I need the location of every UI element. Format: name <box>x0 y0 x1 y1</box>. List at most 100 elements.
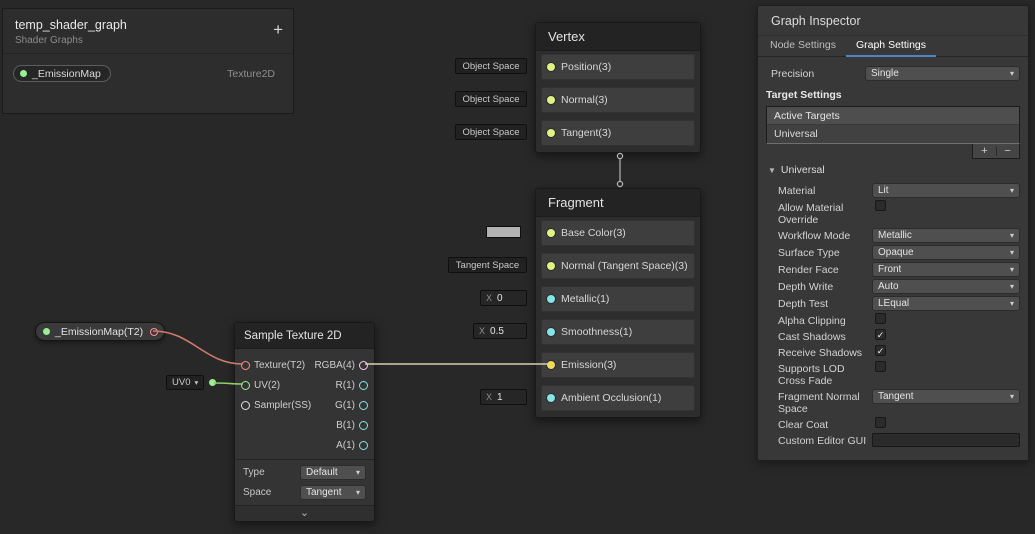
port-dot-normal-tangent-space-3[interactable] <box>547 262 555 270</box>
setting-label: Allow Material Override <box>778 202 844 226</box>
setting-row-alpha-clipping: Alpha Clipping <box>766 313 1020 327</box>
precision-dropdown[interactable]: Single ▾ <box>865 66 1020 81</box>
target-universal[interactable]: Universal <box>767 125 1019 143</box>
port-dot-metallic-1[interactable] <box>547 295 555 303</box>
surface-type-dropdown[interactable]: Opaque ▾ <box>872 245 1020 260</box>
sample-node-title[interactable]: Sample Texture 2D <box>235 323 374 349</box>
port-b-1[interactable] <box>359 420 368 430</box>
port-uv-2[interactable] <box>241 380 250 390</box>
material-dropdown-value: Lit <box>878 185 889 196</box>
space-dropdown-position-3[interactable]: Object Space <box>455 58 527 74</box>
axis-label: X <box>479 326 486 336</box>
emissionmap-node-label: _EmissionMap(T2) <box>55 325 144 338</box>
setting-space: Space Tangent ▾ <box>243 485 366 500</box>
port-dot-tangent-3[interactable] <box>547 129 555 137</box>
port-g-1[interactable] <box>359 400 368 410</box>
remove-target-button[interactable]: − <box>997 145 1019 158</box>
field-value: 0 <box>497 292 503 304</box>
depth-write-dropdown-value: Auto <box>878 281 899 292</box>
workflow-mode-dropdown[interactable]: Metallic ▾ <box>872 228 1020 243</box>
depth-write-dropdown[interactable]: Auto ▾ <box>872 279 1020 294</box>
port-label: G(1) <box>335 399 355 411</box>
chevron-down-icon: ▾ <box>1009 186 1014 195</box>
inspector-title[interactable]: Graph Inspector <box>758 6 1028 36</box>
graph-subtitle: Shader Graphs <box>15 35 83 46</box>
setting-label: Space <box>243 487 272 498</box>
ambient-occlusion-1-field[interactable]: X1 <box>480 389 527 405</box>
setting-row-material: Material Lit ▾ <box>766 183 1020 198</box>
port-label: RGBA(4) <box>314 359 355 371</box>
port-dot-emission-3[interactable] <box>547 361 555 369</box>
space-dropdown-normal-tangent-space-3[interactable]: Tangent Space <box>448 257 527 273</box>
material-dropdown[interactable]: Lit ▾ <box>872 183 1020 198</box>
fragment-node[interactable]: Fragment Base Color(3) Normal (Tangent Sp… <box>535 188 701 418</box>
space-dropdown[interactable]: Tangent ▾ <box>300 485 366 500</box>
setting-label: Fragment Normal Space <box>778 391 860 415</box>
add-target-button[interactable]: + <box>974 145 996 158</box>
property-pill-emissionmap[interactable]: _EmissionMap <box>13 65 111 82</box>
uv-channel-dropdown[interactable]: UV0 ▾ <box>166 375 205 390</box>
base-color-swatch[interactable] <box>486 226 521 238</box>
port-dot-position-3[interactable] <box>547 63 555 71</box>
tab-graph-settings[interactable]: Graph Settings <box>845 36 937 57</box>
foldout-triangle-icon: ▼ <box>768 165 776 175</box>
fragment-normal-space-dropdown[interactable]: Tangent ▾ <box>872 389 1020 404</box>
wire-emissionmap-to-texture[interactable] <box>152 330 244 365</box>
smoothness-1-field[interactable]: X 0.5 <box>473 323 527 339</box>
universal-foldout-label: Universal <box>780 164 825 176</box>
sample-texture-2d-node[interactable]: Sample Texture 2D Texture(T2) RGBA(4) UV(2… <box>234 322 375 522</box>
type-dropdown[interactable]: Default ▾ <box>300 465 366 480</box>
port-dot-smoothness-1[interactable] <box>547 328 555 336</box>
render-face-dropdown[interactable]: Front ▾ <box>872 262 1020 277</box>
setting-row-workflow-mode: Workflow Mode Metallic ▾ <box>766 228 1020 243</box>
space-dropdown-normal-3[interactable]: Object Space <box>455 91 527 107</box>
chevron-down-icon: ▾ <box>355 488 360 497</box>
input-sampler-ss: Sampler(SS) <box>241 400 311 411</box>
uv0-output-port[interactable] <box>209 379 216 386</box>
collapse-node-button[interactable]: ⌄ <box>235 505 374 521</box>
setting-row-depth-write: Depth Write Auto ▾ <box>766 279 1020 294</box>
emissionmap-output-port[interactable] <box>150 327 159 336</box>
port-dot-normal-3[interactable] <box>547 96 555 104</box>
fragment-node-title[interactable]: Fragment <box>536 189 700 217</box>
clear-coat-checkbox[interactable] <box>875 417 886 428</box>
cast-shadows-checkbox[interactable]: ✓ <box>875 329 886 340</box>
port-label: Tangent(3) <box>561 127 612 139</box>
fragment-port-smoothness-1: Smoothness(1) <box>541 319 695 345</box>
allow-material-override-checkbox[interactable] <box>875 200 886 211</box>
alpha-clipping-checkbox[interactable] <box>875 313 886 324</box>
fragment-normal-space-dropdown-value: Tangent <box>878 391 914 402</box>
workflow-mode-dropdown-value: Metallic <box>878 230 912 241</box>
vertex-node-title[interactable]: Vertex <box>536 23 700 51</box>
custom-editor-gui-field[interactable] <box>872 433 1020 447</box>
port-dot-ambient-occlusion-1[interactable] <box>547 394 555 402</box>
target-settings-heading: Target Settings <box>766 89 842 101</box>
vertex-port-tangent-3: Tangent(3) <box>541 120 695 146</box>
supports-lod-cross-fade-checkbox[interactable] <box>875 361 886 372</box>
port-dot-base-color-3[interactable] <box>547 229 555 237</box>
port-sampler-ss[interactable] <box>241 400 250 410</box>
type-dropdown-value: Default <box>306 467 338 478</box>
targets-button-group: + − <box>972 144 1020 159</box>
tab-node-settings[interactable]: Node Settings <box>760 36 846 57</box>
precision-label: Precision <box>771 67 815 80</box>
receive-shadows-checkbox[interactable]: ✓ <box>875 345 886 356</box>
emissionmap-property-node[interactable]: _EmissionMap(T2) <box>35 322 166 341</box>
port-r-1[interactable] <box>359 380 368 390</box>
graph-title: temp_shader_graph <box>15 18 127 32</box>
vertex-node[interactable]: Vertex Position(3) Normal(3) Tangent(3) <box>535 22 701 153</box>
port-texture-t2[interactable] <box>241 360 250 370</box>
port-rgba-4[interactable] <box>359 360 368 370</box>
setting-label: Surface Type <box>778 247 840 259</box>
sample-node-settings: Type Default ▾ Space Tangent ▾ <box>235 459 374 505</box>
port-a-1[interactable] <box>359 440 368 450</box>
metallic-1-field[interactable]: X0 <box>480 290 527 306</box>
space-dropdown-tangent-3[interactable]: Object Space <box>455 124 527 140</box>
depth-test-dropdown[interactable]: LEqual ▾ <box>872 296 1020 311</box>
add-property-button[interactable]: + <box>273 20 283 40</box>
port-label: Base Color(3) <box>561 227 626 239</box>
graph-inspector-panel: Graph Inspector Node Settings Graph Setti… <box>757 5 1029 461</box>
sample-port-row: B(1) <box>235 415 374 435</box>
port-label: UV(2) <box>254 379 281 391</box>
universal-foldout[interactable]: ▼ Universal <box>766 164 1020 176</box>
